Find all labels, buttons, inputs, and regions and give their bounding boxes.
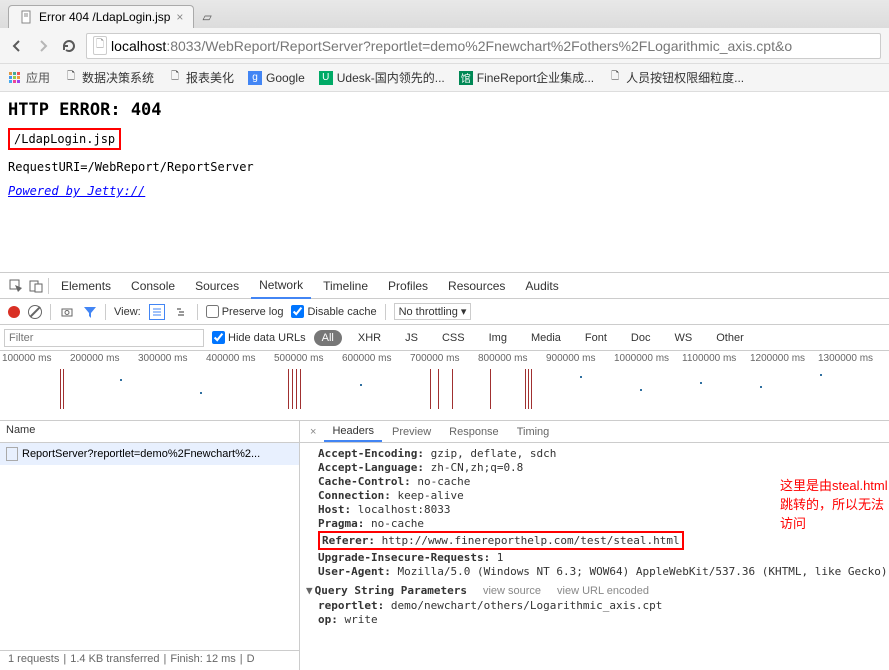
bookmark-favicon: g (248, 71, 262, 85)
tab-console[interactable]: Console (123, 274, 183, 298)
bookmark-favicon: U (319, 71, 333, 85)
filter-type-css[interactable]: CSS (434, 330, 473, 346)
error-path-highlighted: /LdapLogin.jsp (8, 128, 121, 150)
filter-type-font[interactable]: Font (577, 330, 615, 346)
hide-data-urls-checkbox[interactable]: Hide data URLs (212, 331, 306, 344)
filter-type-all[interactable]: All (314, 330, 342, 346)
network-filter-bar: Hide data URLs All XHR JS CSS Img Media … (0, 325, 889, 351)
tab-resources[interactable]: Resources (440, 274, 513, 298)
bookmark-item[interactable]: 🗋数据决策系统 (64, 69, 154, 86)
tab-headers[interactable]: Headers (324, 422, 382, 442)
tab-elements[interactable]: Elements (53, 274, 119, 298)
bookmarks-bar: 应用 🗋数据决策系统 🗋报表美化 gGoogle UUdesk-国内领先的...… (0, 64, 889, 92)
device-icon[interactable] (28, 278, 44, 294)
clear-button[interactable] (28, 305, 42, 319)
filter-type-ws[interactable]: WS (666, 330, 700, 346)
request-row[interactable]: ReportServer?reportlet=demo%2Fnewchart%2… (0, 443, 299, 465)
address-bar[interactable]: 🗋 localhost:8033/WebReport/ReportServer?… (86, 33, 881, 59)
bookmark-favicon: 馆 (459, 71, 473, 85)
record-button[interactable] (8, 306, 20, 318)
filter-icon[interactable] (83, 305, 97, 319)
page-info-icon[interactable]: 🗋 (93, 36, 107, 55)
url-text: localhost:8033/WebReport/ReportServer?re… (111, 38, 792, 54)
tab-sources[interactable]: Sources (187, 274, 247, 298)
tab-profiles[interactable]: Profiles (380, 274, 436, 298)
bookmark-item[interactable]: 🗋人员按钮权限细粒度... (608, 69, 744, 86)
devtools-panel: Elements Console Sources Network Timelin… (0, 272, 889, 670)
browser-tab-strip: Error 404 /LdapLogin.jsp × ▱ (0, 0, 889, 28)
jetty-link[interactable]: Powered by Jetty:// (8, 184, 145, 198)
filter-input[interactable] (4, 329, 204, 347)
bookmark-favicon: 🗋 (608, 71, 622, 85)
close-tab-icon[interactable]: × (176, 10, 183, 24)
disable-cache-checkbox[interactable]: Disable cache (291, 305, 376, 318)
tab-title: Error 404 /LdapLogin.jsp (39, 10, 170, 24)
forward-button[interactable] (34, 37, 52, 55)
filter-type-media[interactable]: Media (523, 330, 569, 346)
request-list-header[interactable]: Name (0, 421, 299, 443)
bookmark-item[interactable]: UUdesk-国内领先的... (319, 69, 445, 86)
page-favicon (19, 10, 33, 24)
error-heading: HTTP ERROR: 404 (8, 100, 881, 120)
document-icon (6, 447, 18, 461)
tab-timing[interactable]: Timing (509, 423, 558, 441)
request-details: × Headers Preview Response Timing 这里是由st… (300, 421, 889, 670)
tab-preview[interactable]: Preview (384, 423, 439, 441)
network-timeline[interactable]: 100000 ms200000 ms300000 ms400000 ms5000… (0, 351, 889, 421)
query-params-section[interactable]: ▼Query String Parametersview sourceview … (306, 584, 885, 597)
bookmark-item[interactable]: 馆FineReport企业集成... (459, 69, 594, 86)
bookmark-favicon: 🗋 (64, 71, 78, 85)
apps-button[interactable]: 应用 (8, 69, 50, 86)
details-tab-bar: × Headers Preview Response Timing (300, 421, 889, 443)
inspect-icon[interactable] (8, 278, 24, 294)
request-list: Name ReportServer?reportlet=demo%2Fnewch… (0, 421, 300, 670)
browser-tab[interactable]: Error 404 /LdapLogin.jsp × (8, 5, 194, 28)
request-uri-text: RequestURI=/WebReport/ReportServer (8, 160, 881, 174)
network-body: Name ReportServer?reportlet=demo%2Fnewch… (0, 421, 889, 670)
tab-timeline[interactable]: Timeline (315, 274, 376, 298)
headers-content[interactable]: 这里是由steal.html跳转的，所以无法访问 Accept-Encoding… (300, 443, 889, 670)
devtools-tab-bar: Elements Console Sources Network Timelin… (0, 273, 889, 299)
view-source-link[interactable]: view source (483, 585, 541, 597)
annotation-text: 这里是由steal.html跳转的，所以无法访问 (780, 475, 889, 532)
filter-type-other[interactable]: Other (708, 330, 752, 346)
view-label: View: (114, 306, 141, 318)
apps-icon (8, 71, 22, 85)
nav-bar: 🗋 localhost:8033/WebReport/ReportServer?… (0, 28, 889, 64)
capture-icon[interactable] (59, 304, 75, 320)
tab-response[interactable]: Response (441, 423, 507, 441)
page-body: HTTP ERROR: 404 /LdapLogin.jsp RequestUR… (0, 92, 889, 272)
view-url-encoded-link[interactable]: view URL encoded (557, 585, 649, 597)
back-button[interactable] (8, 37, 26, 55)
throttling-select[interactable]: No throttling ▾ (394, 303, 472, 320)
preserve-log-checkbox[interactable]: Preserve log (206, 305, 284, 318)
tab-audits[interactable]: Audits (517, 274, 566, 298)
bookmark-item[interactable]: 🗋报表美化 (168, 69, 234, 86)
new-tab-button[interactable]: ▱ (194, 6, 219, 28)
filter-type-doc[interactable]: Doc (623, 330, 659, 346)
timeline-graph (0, 364, 889, 414)
network-toolbar: View: Preserve log Disable cache No thro… (0, 299, 889, 325)
filter-type-xhr[interactable]: XHR (350, 330, 389, 346)
large-rows-icon[interactable] (149, 304, 165, 320)
tab-network[interactable]: Network (251, 273, 311, 299)
network-status-bar: 1 requests | 1.4 KB transferred | Finish… (0, 650, 299, 670)
timeline-labels: 100000 ms200000 ms300000 ms400000 ms5000… (0, 351, 889, 364)
close-details-icon[interactable]: × (304, 426, 322, 438)
waterfall-icon[interactable] (173, 304, 189, 320)
bookmark-favicon: 🗋 (168, 71, 182, 85)
bookmark-item[interactable]: gGoogle (248, 71, 305, 85)
referer-highlighted: Referer: http://www.finereporthelp.com/t… (318, 531, 684, 550)
filter-type-js[interactable]: JS (397, 330, 426, 346)
reload-button[interactable] (60, 37, 78, 55)
filter-type-img[interactable]: Img (481, 330, 515, 346)
